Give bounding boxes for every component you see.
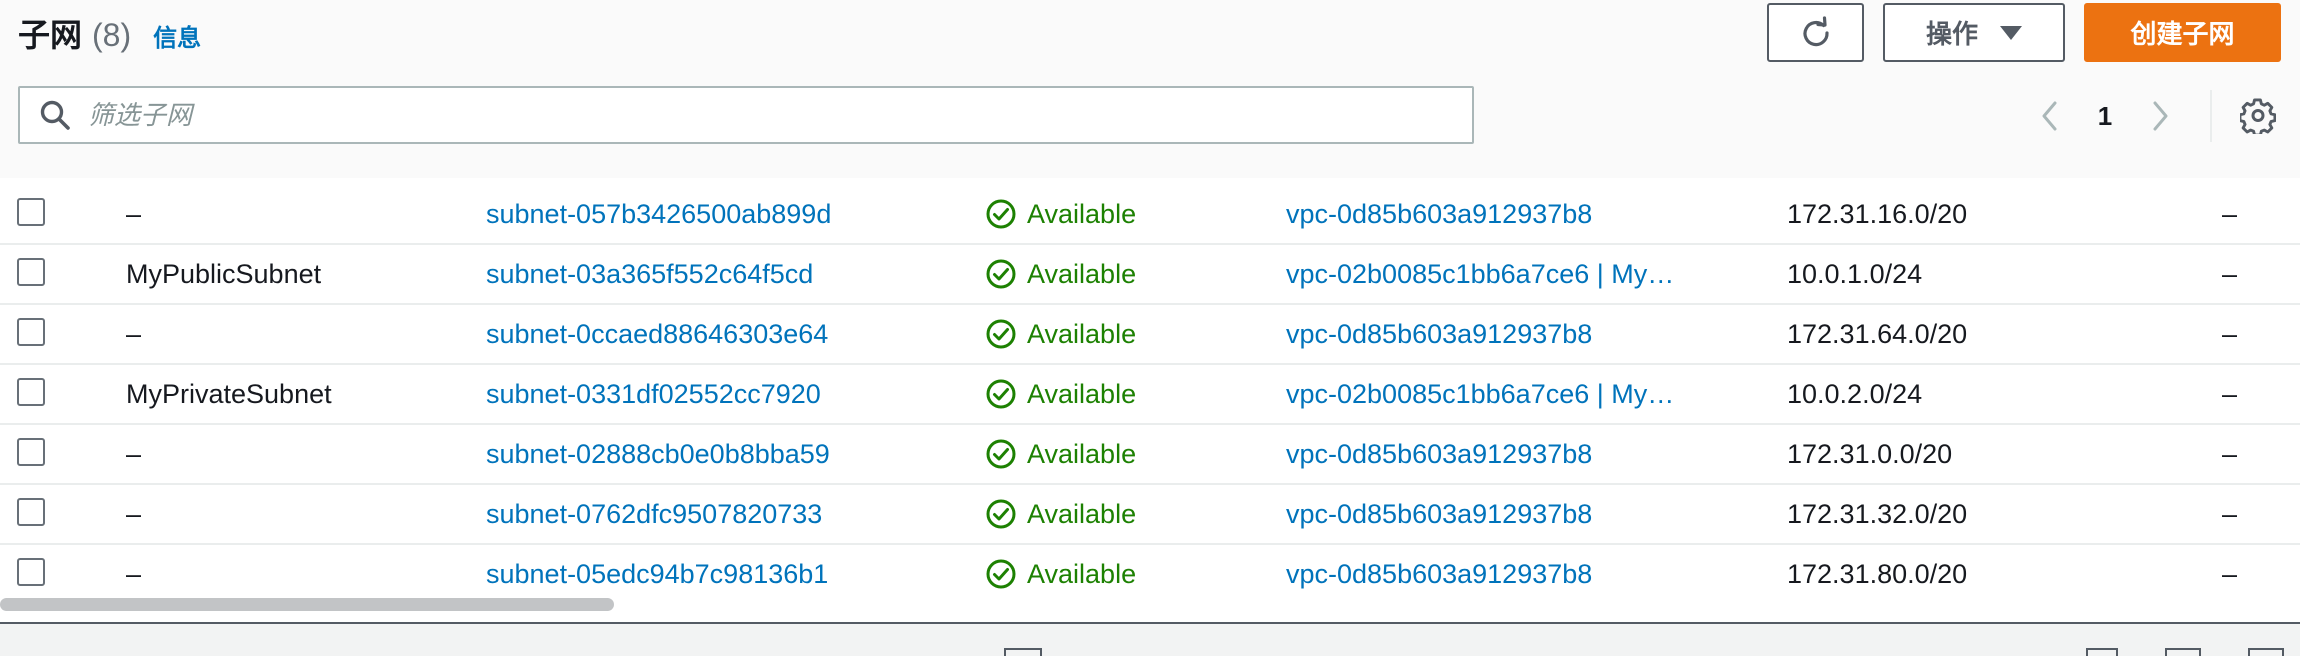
subnet-id-link[interactable]: subnet-0331df02552cc7920 (486, 365, 821, 423)
vpc-link[interactable]: vpc-0d85b603a912937b8 (1286, 485, 1592, 543)
vpc-link[interactable]: vpc-0d85b603a912937b8 (1286, 545, 1592, 603)
table-row[interactable]: MyPublicSubnet subnet-03a365f552c64f5cd Av… (0, 245, 2300, 305)
info-link[interactable]: 信息 (153, 18, 201, 53)
vpc-link[interactable]: vpc-02b0085c1bb6a7ce6 | My… (1286, 245, 1674, 303)
check-circle-icon (985, 498, 1017, 530)
ipv6-cidr: – (2222, 198, 2238, 229)
row-checkbox[interactable] (17, 318, 45, 346)
state-label: Available (1027, 498, 1137, 529)
footer-control[interactable] (2086, 648, 2118, 656)
row-checkbox[interactable] (17, 198, 45, 226)
table-row[interactable]: – subnet-0762dfc9507820733 Available vpc-0d… (0, 485, 2300, 545)
subnet-name: – (126, 438, 142, 469)
pager-divider (2210, 90, 2212, 142)
table-row[interactable]: – subnet-057b3426500ab899d Available vpc-0d… (0, 185, 2300, 245)
row-checkbox[interactable] (17, 438, 45, 466)
ipv6-cidr: – (2222, 558, 2238, 589)
state-cell: Available (985, 545, 1136, 603)
state-label: Available (1027, 198, 1137, 229)
row-checkbox[interactable] (17, 498, 45, 526)
subnet-name: – (126, 558, 142, 589)
previous-page-icon[interactable] (2030, 96, 2070, 136)
scrollbar-thumb[interactable] (0, 598, 614, 611)
vpc-link[interactable]: vpc-0d85b603a912937b8 (1286, 305, 1592, 363)
subnet-id-link[interactable]: subnet-03a365f552c64f5cd (486, 245, 813, 303)
check-circle-icon (985, 198, 1017, 230)
subnet-id-link[interactable]: subnet-0762dfc9507820733 (486, 485, 822, 543)
next-page-icon[interactable] (2140, 96, 2180, 136)
subnet-id-link[interactable]: subnet-0ccaed88646303e64 (486, 305, 828, 363)
refresh-icon (1802, 15, 1829, 46)
vpc-link[interactable]: vpc-0d85b603a912937b8 (1286, 425, 1592, 483)
ipv4-cidr: 172.31.64.0/20 (1787, 318, 1968, 349)
check-circle-icon (985, 258, 1017, 290)
table-row[interactable]: – subnet-0ccaed88646303e64 Available vpc-0d… (0, 305, 2300, 365)
check-circle-icon (985, 558, 1017, 590)
page-title-text: 子网 (18, 17, 83, 53)
panel-header: 子网 (8) 信息 操作 创建子网 筛选子网 1 (0, 0, 2300, 178)
state-cell: Available (985, 425, 1136, 483)
page-number[interactable]: 1 (2070, 101, 2140, 132)
table-row[interactable]: MyPrivateSubnet subnet-0331df02552cc7920 A… (0, 365, 2300, 425)
filter-subnets-input[interactable] (88, 95, 1448, 135)
caret-down-icon (2000, 25, 2022, 40)
footer-control[interactable] (1004, 648, 1042, 656)
ipv4-cidr: 10.0.1.0/24 (1787, 258, 1923, 289)
ipv4-cidr: 10.0.2.0/24 (1787, 378, 1923, 409)
horizontal-scrollbar[interactable] (0, 596, 2300, 612)
create-subnet-button[interactable]: 创建子网 (2084, 3, 2281, 62)
subnet-name: – (126, 318, 142, 349)
state-cell: Available (985, 185, 1136, 243)
actions-dropdown-button[interactable]: 操作 (1883, 3, 2065, 62)
row-checkbox[interactable] (17, 258, 45, 286)
state-cell: Available (985, 305, 1136, 363)
vpc-link[interactable]: vpc-0d85b603a912937b8 (1286, 185, 1592, 243)
state-label: Available (1027, 318, 1137, 349)
table-row[interactable]: – subnet-02888cb0e0b8bba59 Available vpc-0d… (0, 425, 2300, 485)
check-circle-icon (985, 378, 1017, 410)
state-label: Available (1027, 378, 1137, 409)
row-checkbox[interactable] (17, 378, 45, 406)
state-label: Available (1027, 438, 1137, 469)
state-label: Available (1027, 258, 1137, 289)
footer-control[interactable] (2248, 648, 2284, 656)
ipv4-cidr: 172.31.80.0/20 (1787, 558, 1968, 589)
check-circle-icon (985, 438, 1017, 470)
subnet-id-link[interactable]: subnet-05edc94b7c98136b1 (486, 545, 828, 603)
ipv6-cidr: – (2222, 258, 2238, 289)
page-title: 子网 (8) 信息 (18, 10, 201, 58)
subnet-id-link[interactable]: subnet-02888cb0e0b8bba59 (486, 425, 830, 483)
state-label: Available (1027, 558, 1137, 589)
subnet-name: MyPublicSubnet (126, 258, 322, 289)
footer-control[interactable] (2165, 648, 2201, 656)
actions-label: 操作 (1925, 19, 1978, 49)
ipv4-cidr: 172.31.0.0/20 (1787, 438, 1953, 469)
search-icon (38, 98, 72, 132)
ipv6-cidr: – (2222, 378, 2238, 409)
subnet-id-link[interactable]: subnet-057b3426500ab899d (486, 185, 831, 243)
state-cell: Available (985, 245, 1136, 303)
subnet-name: MyPrivateSubnet (126, 378, 332, 409)
ipv6-cidr: – (2222, 438, 2238, 469)
subnet-name: – (126, 498, 142, 529)
pagination: 1 (2030, 88, 2180, 144)
state-cell: Available (985, 365, 1136, 423)
settings-gear-icon[interactable] (2236, 94, 2280, 138)
search-box[interactable] (18, 86, 1474, 144)
ipv4-cidr: 172.31.16.0/20 (1787, 198, 1968, 229)
subnets-table: – subnet-057b3426500ab899d Available vpc-0d… (0, 185, 2300, 605)
check-circle-icon (985, 318, 1017, 350)
subnets-panel: 子网 (8) 信息 操作 创建子网 筛选子网 1 – subnet-057b34… (0, 0, 2300, 622)
footer-divider (0, 622, 2300, 624)
subnet-name: – (126, 198, 142, 229)
vpc-link[interactable]: vpc-02b0085c1bb6a7ce6 | My… (1286, 365, 1674, 423)
ipv6-cidr: – (2222, 318, 2238, 349)
subnet-count: (8) (92, 17, 132, 53)
ipv4-cidr: 172.31.32.0/20 (1787, 498, 1968, 529)
ipv6-cidr: – (2222, 498, 2238, 529)
state-cell: Available (985, 485, 1136, 543)
row-checkbox[interactable] (17, 558, 45, 586)
refresh-button[interactable] (1767, 3, 1864, 62)
